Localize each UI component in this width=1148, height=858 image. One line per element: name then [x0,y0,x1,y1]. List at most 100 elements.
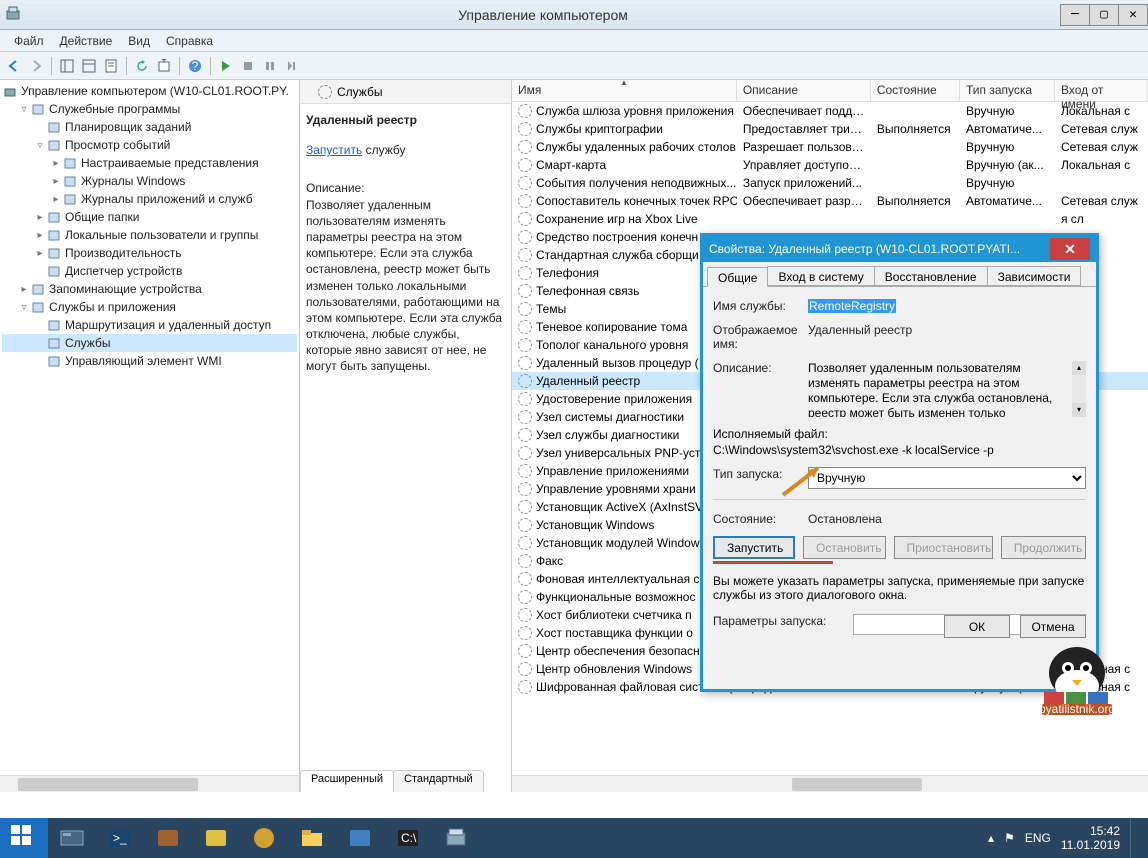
service-icon [518,374,532,388]
tree-item[interactable]: ▸Производительность [2,244,297,262]
toolbar: ? [0,52,1148,80]
task-powershell[interactable]: >_ [96,818,144,858]
col-logon[interactable]: Вход от имени [1055,80,1148,101]
service-icon [518,212,532,226]
col-description[interactable]: Описание [737,80,871,101]
cancel-button[interactable]: Отмена [1020,615,1086,638]
start-button[interactable]: Запустить [713,536,795,559]
menu-file[interactable]: Файл [6,32,52,50]
close-button[interactable]: ✕ [1118,4,1148,26]
tab-dependencies[interactable]: Зависимости [987,266,1082,286]
properties-dialog: Свойства: Удаленный реестр (W10-CL01.ROO… [700,233,1099,692]
menu-view[interactable]: Вид [120,32,158,50]
task-server-manager[interactable] [48,818,96,858]
start-button[interactable] [0,818,48,858]
service-icon [518,140,532,154]
service-row[interactable]: Сохранение игр на Xbox Liveя сл [512,210,1148,228]
service-icon [518,572,532,586]
service-icon [518,662,532,676]
service-row[interactable]: Сопоставитель конечных точек RPCОбеспечи… [512,192,1148,210]
tree-item[interactable]: ▸Общие папки [2,208,297,226]
col-name[interactable]: Имя▲ [512,80,737,101]
service-icon [518,176,532,190]
service-icon [518,266,532,280]
stop-icon[interactable] [238,56,258,76]
menu-action[interactable]: Действие [52,32,121,50]
label-state: Состояние: [713,512,808,526]
tree-item[interactable]: ▸Локальные пользователи и группы [2,226,297,244]
label-params: Параметры запуска: [713,614,853,628]
tree-item[interactable]: ▿Служебные программы [2,100,297,118]
service-row[interactable]: События получения неподвижных...Запуск п… [512,174,1148,192]
menu-help[interactable]: Справка [158,32,221,50]
tree-item[interactable]: Службы [2,334,297,352]
pause-icon[interactable] [260,56,280,76]
tree-item[interactable]: Планировщик заданий [2,118,297,136]
tab-standard[interactable]: Стандартный [393,770,484,792]
tree-item[interactable]: ▿Службы и приложения [2,298,297,316]
task-app-3[interactable] [240,818,288,858]
restart-icon[interactable] [282,56,302,76]
minimize-button[interactable]: ─ [1060,4,1090,26]
task-app-2[interactable] [192,818,240,858]
tab-logon[interactable]: Вход в систему [767,266,874,286]
tray-lang[interactable]: ENG [1025,831,1051,845]
tree-item[interactable]: Маршрутизация и удаленный доступ [2,316,297,334]
service-row[interactable]: Службы криптографииПредоставляет три с..… [512,120,1148,138]
view1-icon[interactable] [57,56,77,76]
forward-button[interactable] [26,56,46,76]
properties-icon[interactable] [101,56,121,76]
tree-panel: Управление компьютером (W10-CL01.ROOT.PY… [0,80,300,792]
tray-clock[interactable]: 15:42 11.01.2019 [1061,824,1120,853]
service-row[interactable]: Службы удаленных рабочих столовРазрешает… [512,138,1148,156]
tab-recovery[interactable]: Восстановление [874,266,988,286]
tab-general[interactable]: Общие [707,267,768,287]
view2-icon[interactable] [79,56,99,76]
desc-scrollbar[interactable]: ▴▾ [1072,361,1086,417]
service-row[interactable]: Служба шлюза уровня приложенияОбеспечива… [512,102,1148,120]
list-scrollbar[interactable] [512,775,1148,792]
back-button[interactable] [4,56,24,76]
tree-item[interactable]: ▸Настраиваемые представления [2,154,297,172]
task-explorer[interactable] [288,818,336,858]
task-app-1[interactable] [144,818,192,858]
tab-extended[interactable]: Расширенный [300,770,394,792]
tray-up-icon[interactable]: ▴ [988,831,994,845]
tree-item[interactable]: ▿Просмотр событий [2,136,297,154]
menubar: Файл Действие Вид Справка [0,30,1148,52]
tree-scrollbar[interactable] [0,775,299,792]
show-desktop-button[interactable] [1130,818,1138,858]
refresh-icon[interactable] [132,56,152,76]
tree-item[interactable]: ▸Журналы Windows [2,172,297,190]
export-icon[interactable] [154,56,174,76]
ok-button[interactable]: ОК [944,615,1010,638]
value-service-name[interactable]: RemoteRegistry [808,299,896,313]
tree-root[interactable]: Управление компьютером (W10-CL01.ROOT.PY… [2,82,297,100]
maximize-button[interactable]: ▢ [1089,4,1119,26]
service-icon [518,356,532,370]
value-description[interactable]: Позволяет удаленным пользователям изменя… [808,361,1086,417]
task-mmc[interactable] [432,818,480,858]
service-icon [518,230,532,244]
tree-item[interactable]: ▸Запоминающие устройства [2,280,297,298]
tree-item[interactable]: ▸Журналы приложений и служб [2,190,297,208]
service-row[interactable]: Смарт-картаУправляет доступом...Вручную … [512,156,1148,174]
dialog-titlebar[interactable]: Свойства: Удаленный реестр (W10-CL01.ROO… [703,236,1096,262]
col-startup[interactable]: Тип запуска [960,80,1055,101]
task-cmd[interactable]: C:\ [384,818,432,858]
col-state[interactable]: Состояние [871,80,960,101]
details-header: Службы [300,80,511,104]
tree-item[interactable]: Диспетчер устройств [2,262,297,280]
tree-item[interactable]: Управляющий элемент WMI [2,352,297,370]
dialog-close-button[interactable]: ✕ [1050,238,1090,260]
selected-service-name: Удаленный реестр [306,112,505,128]
window-titlebar: Управление компьютером ─ ▢ ✕ [0,0,1148,30]
site-logo: pyatilistnik.org [1032,638,1122,718]
startup-type-select[interactable]: Вручную [808,467,1086,489]
task-app-4[interactable] [336,818,384,858]
help-icon[interactable]: ? [185,56,205,76]
tray-flag-icon[interactable]: ⚑ [1004,831,1015,845]
play-icon[interactable] [216,56,236,76]
start-service-link[interactable]: Запустить [306,143,362,157]
dialog-title: Свойства: Удаленный реестр (W10-CL01.ROO… [709,242,1020,256]
